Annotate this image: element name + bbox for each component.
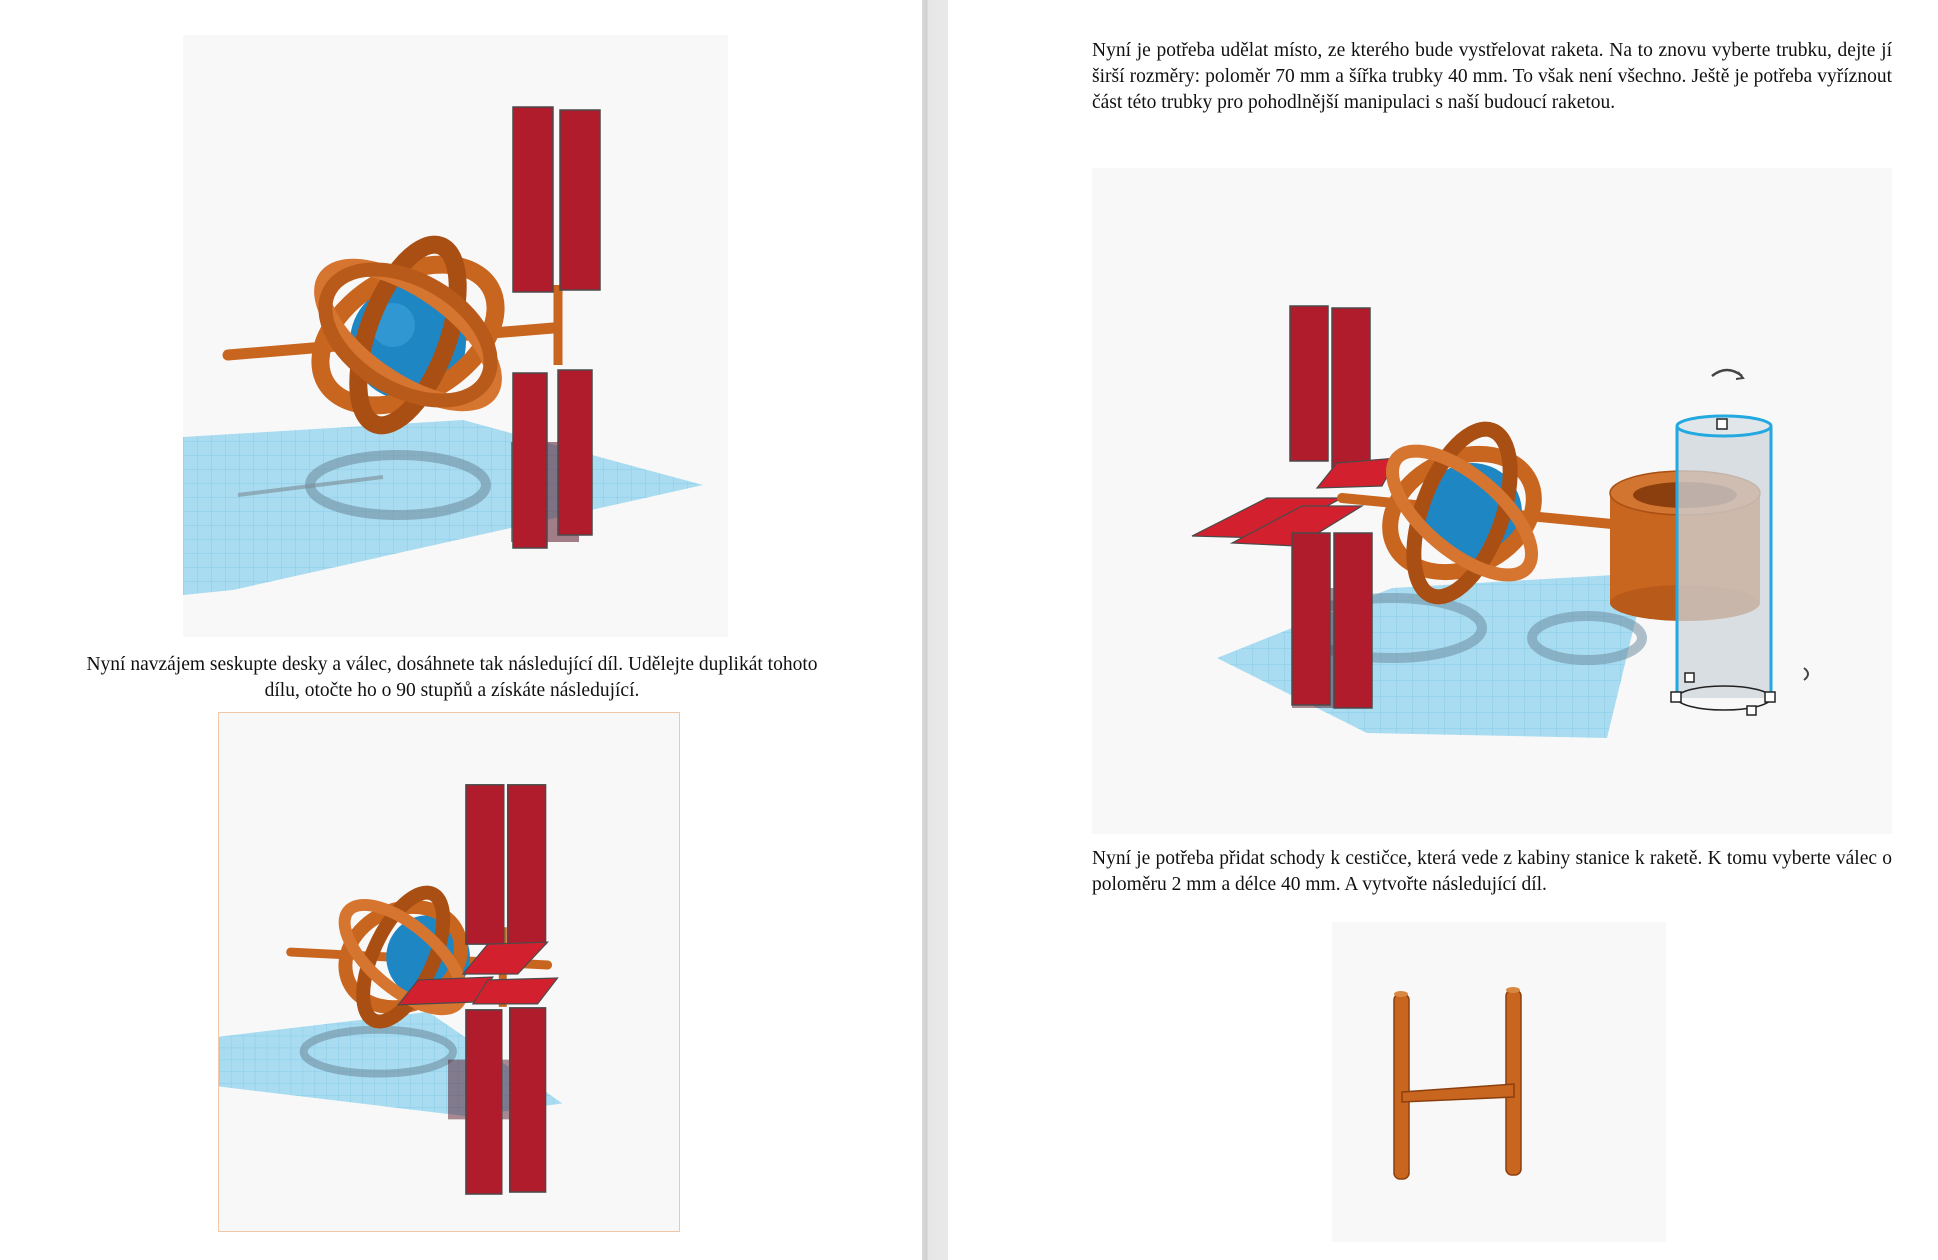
page-gutter: [922, 0, 948, 1260]
figure-h-stair-part: [1332, 922, 1666, 1242]
left-page: Nyní navzájem seskupte desky a válec, do…: [0, 0, 922, 1260]
space-station-two-panel-pairs-icon: [219, 784, 563, 1195]
h-shaped-stair-part-icon: [1393, 987, 1522, 1180]
figure-station-double-panels: [218, 712, 680, 1232]
right-page: Nyní je potřeba udělat místo, ze kterého…: [948, 0, 1938, 1260]
paragraph-stairs: Nyní je potřeba přidat schody k cestičce…: [1092, 848, 1892, 895]
paragraph-launch-tube: Nyní je potřeba udělat místo, ze kterého…: [1092, 40, 1892, 113]
space-station-one-panel-pair-icon: [183, 106, 703, 595]
figure-station-single-panels: [183, 35, 728, 637]
caption-grouping: Nyní navzájem seskupte desky a válec, do…: [86, 654, 818, 701]
figure-station-with-tube: [1092, 168, 1892, 834]
station-with-tube-hole-cylinder-icon: [1191, 305, 1809, 738]
